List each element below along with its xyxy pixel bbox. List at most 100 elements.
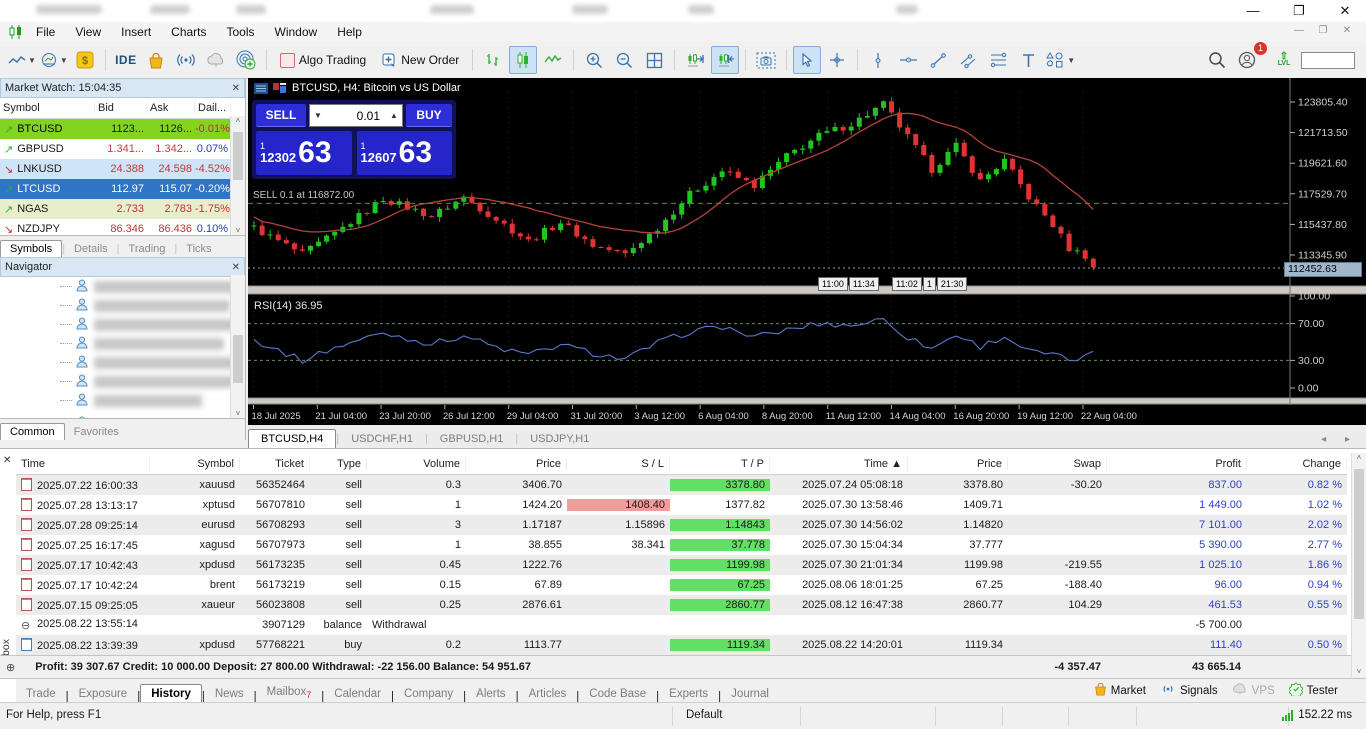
sell-button[interactable]: SELL bbox=[256, 104, 306, 127]
buy-button[interactable]: BUY bbox=[406, 104, 452, 127]
column-header-price[interactable]: Price bbox=[908, 458, 1008, 470]
history-row[interactable]: 2025.07.17 10:42:43xpdusd56173235sell0.4… bbox=[16, 555, 1347, 575]
trendline-tool-icon[interactable] bbox=[924, 46, 952, 74]
status-profile[interactable]: Default bbox=[686, 709, 722, 721]
toolbox-tab-company[interactable]: Company bbox=[394, 685, 463, 703]
channel-tool-icon[interactable] bbox=[954, 46, 982, 74]
menu-insert[interactable]: Insert bbox=[111, 23, 161, 41]
corner-vps[interactable]: VPS bbox=[1232, 683, 1275, 698]
navigator-account-item[interactable] bbox=[0, 277, 245, 296]
auto-scroll-icon[interactable] bbox=[681, 46, 709, 74]
ide-button[interactable]: IDE bbox=[112, 46, 140, 74]
market-watch-row[interactable]: ↗NGAS2.7332.783-1.75% bbox=[0, 199, 245, 219]
market-watch-row[interactable]: ↘LNKUSD24.38824.598-4.52% bbox=[0, 159, 245, 179]
market-watch-row[interactable]: ↗BTCUSD1123...1126...-0.01% bbox=[0, 119, 245, 139]
menu-view[interactable]: View bbox=[65, 23, 111, 41]
column-header-swap[interactable]: Swap bbox=[1008, 458, 1107, 470]
column-header[interactable]: Ask bbox=[147, 102, 195, 114]
cursor-icon[interactable] bbox=[793, 46, 821, 74]
column-header-price[interactable]: Price bbox=[466, 458, 567, 470]
market-watch-scrollbar[interactable]: ˄˅ bbox=[230, 116, 245, 236]
menu-help[interactable]: Help bbox=[327, 23, 372, 41]
mw-tab-ticks[interactable]: Ticks bbox=[177, 241, 220, 257]
column-header-ticket[interactable]: Ticket bbox=[240, 458, 310, 470]
toolbox-tab-alerts[interactable]: Alerts bbox=[466, 685, 515, 703]
chart-shift-icon[interactable] bbox=[711, 46, 739, 74]
navigator-tree[interactable]: 156326: Paritosh Chaudh bbox=[0, 277, 245, 419]
navigator-account-item[interactable] bbox=[0, 334, 245, 353]
indicators-icon[interactable]: ▼ bbox=[39, 46, 69, 74]
market-watch-row[interactable]: ↗LTCUSD112.97115.07-0.20% bbox=[0, 179, 245, 199]
crosshair-icon[interactable] bbox=[823, 46, 851, 74]
line-chart-type-icon[interactable] bbox=[539, 46, 567, 74]
toolbox-tab-experts[interactable]: Experts bbox=[659, 685, 718, 703]
volume-stepper[interactable]: ▼ 0.01 ▲ bbox=[309, 104, 403, 127]
toolbox-tab-exposure[interactable]: Exposure bbox=[69, 685, 138, 703]
column-header[interactable]: Dail... bbox=[195, 102, 231, 114]
child-restore-icon[interactable]: ❐ bbox=[1312, 25, 1334, 36]
column-header[interactable]: Symbol bbox=[0, 102, 95, 114]
close-icon[interactable]: ✕ bbox=[232, 262, 240, 273]
history-row[interactable]: 2025.07.28 13:13:17xptusd56707810sell114… bbox=[16, 495, 1347, 515]
buy-price[interactable]: 112607 63 bbox=[357, 131, 453, 175]
history-header-row[interactable]: TimeSymbolTicketTypeVolumePriceS / LT / … bbox=[16, 453, 1347, 475]
zoom-in-icon[interactable] bbox=[580, 46, 608, 74]
menu-window[interactable]: Window bbox=[265, 23, 328, 41]
cloud-icon[interactable] bbox=[202, 46, 230, 74]
corner-market[interactable]: Market bbox=[1094, 682, 1146, 699]
chart-tab-usdjpy-h1[interactable]: USDJPY,H1 bbox=[518, 430, 601, 448]
navigator-account-item[interactable] bbox=[0, 391, 245, 410]
column-header-time[interactable]: Time bbox=[16, 458, 150, 470]
navigator-account-item[interactable] bbox=[0, 353, 245, 372]
corner-signals[interactable]: Signals bbox=[1160, 683, 1218, 698]
menu-tools[interactable]: Tools bbox=[217, 23, 265, 41]
notifications-user-icon[interactable]: 1 bbox=[1233, 46, 1261, 74]
navigator-account-item[interactable] bbox=[0, 296, 245, 315]
column-header-tp[interactable]: T / P bbox=[670, 458, 770, 470]
column-header-change[interactable]: Change bbox=[1247, 458, 1347, 470]
market-watch-row[interactable]: ↗GBPUSD1.341...1.342...0.07% bbox=[0, 139, 245, 159]
fibonacci-tool-icon[interactable] bbox=[984, 46, 1012, 74]
history-row[interactable]: 2025.07.22 16:00:33xauusd56352464sell0.3… bbox=[16, 475, 1347, 495]
navigator-titlebar[interactable]: Navigator✕ bbox=[0, 257, 245, 277]
column-header-time[interactable]: Time ▲ bbox=[770, 458, 908, 470]
tab-scroll-arrows[interactable]: ◂ ▸ bbox=[1321, 434, 1366, 448]
level-up-icon[interactable]: ⇧LVL bbox=[1270, 46, 1298, 74]
vertical-line-tool-icon[interactable] bbox=[864, 46, 892, 74]
market-watch-header[interactable]: SymbolBidAskDail... bbox=[0, 98, 245, 119]
column-header[interactable]: Bid bbox=[95, 102, 147, 114]
new-order-button[interactable]: New Order bbox=[375, 46, 466, 74]
navigator-account-item[interactable] bbox=[0, 372, 245, 391]
mw-tab-trading[interactable]: Trading bbox=[120, 241, 175, 257]
zoom-out-icon[interactable] bbox=[610, 46, 638, 74]
tile-windows-icon[interactable] bbox=[640, 46, 668, 74]
signals-broadcast-icon[interactable] bbox=[172, 46, 200, 74]
text-tool-icon[interactable] bbox=[1014, 46, 1042, 74]
history-row[interactable]: 2025.07.17 10:42:24brent56173219sell0.15… bbox=[16, 575, 1347, 595]
algo-trading-toggle[interactable]: Algo Trading bbox=[273, 46, 373, 74]
history-row[interactable]: ⊖2025.08.22 13:55:143907129balanceWithdr… bbox=[16, 615, 1347, 635]
chart-window-icon[interactable]: ▼ bbox=[7, 46, 37, 74]
navigator-scrollbar[interactable]: ˅ bbox=[230, 275, 245, 419]
mw-tab-details[interactable]: Details bbox=[65, 241, 117, 257]
chart-tab-usdchf-h1[interactable]: USDCHF,H1 bbox=[339, 430, 425, 448]
volume-value[interactable]: 0.01 bbox=[326, 109, 386, 123]
child-close-icon[interactable]: ✕ bbox=[1336, 25, 1358, 36]
toolbox-tab-mailbox[interactable]: Mailbox7 bbox=[257, 683, 322, 703]
history-scrollbar[interactable]: ˄˅ bbox=[1351, 453, 1366, 677]
close-icon[interactable]: ✕ bbox=[232, 83, 240, 94]
close-icon[interactable]: ✕ bbox=[3, 455, 11, 466]
toolbox-tab-code-base[interactable]: Code Base bbox=[579, 685, 656, 703]
market-watch-titlebar[interactable]: Market Watch: 15:04:35✕ bbox=[0, 78, 245, 98]
toolbox-tab-news[interactable]: News bbox=[205, 685, 254, 703]
toolbox-tab-articles[interactable]: Articles bbox=[519, 685, 577, 703]
menu-file[interactable]: File bbox=[26, 23, 65, 41]
bar-chart-type-icon[interactable] bbox=[479, 46, 507, 74]
algo-radar-icon[interactable] bbox=[232, 46, 260, 74]
column-header-sl[interactable]: S / L bbox=[567, 458, 670, 470]
shapes-tool-icon[interactable]: ▼ bbox=[1044, 46, 1076, 74]
child-minimize-icon[interactable]: — bbox=[1288, 25, 1310, 36]
market-bag-icon[interactable] bbox=[142, 46, 170, 74]
corner-tester[interactable]: Tester bbox=[1289, 682, 1338, 699]
history-row[interactable]: 2025.07.25 16:17:45xagusd56707973sell138… bbox=[16, 535, 1347, 555]
